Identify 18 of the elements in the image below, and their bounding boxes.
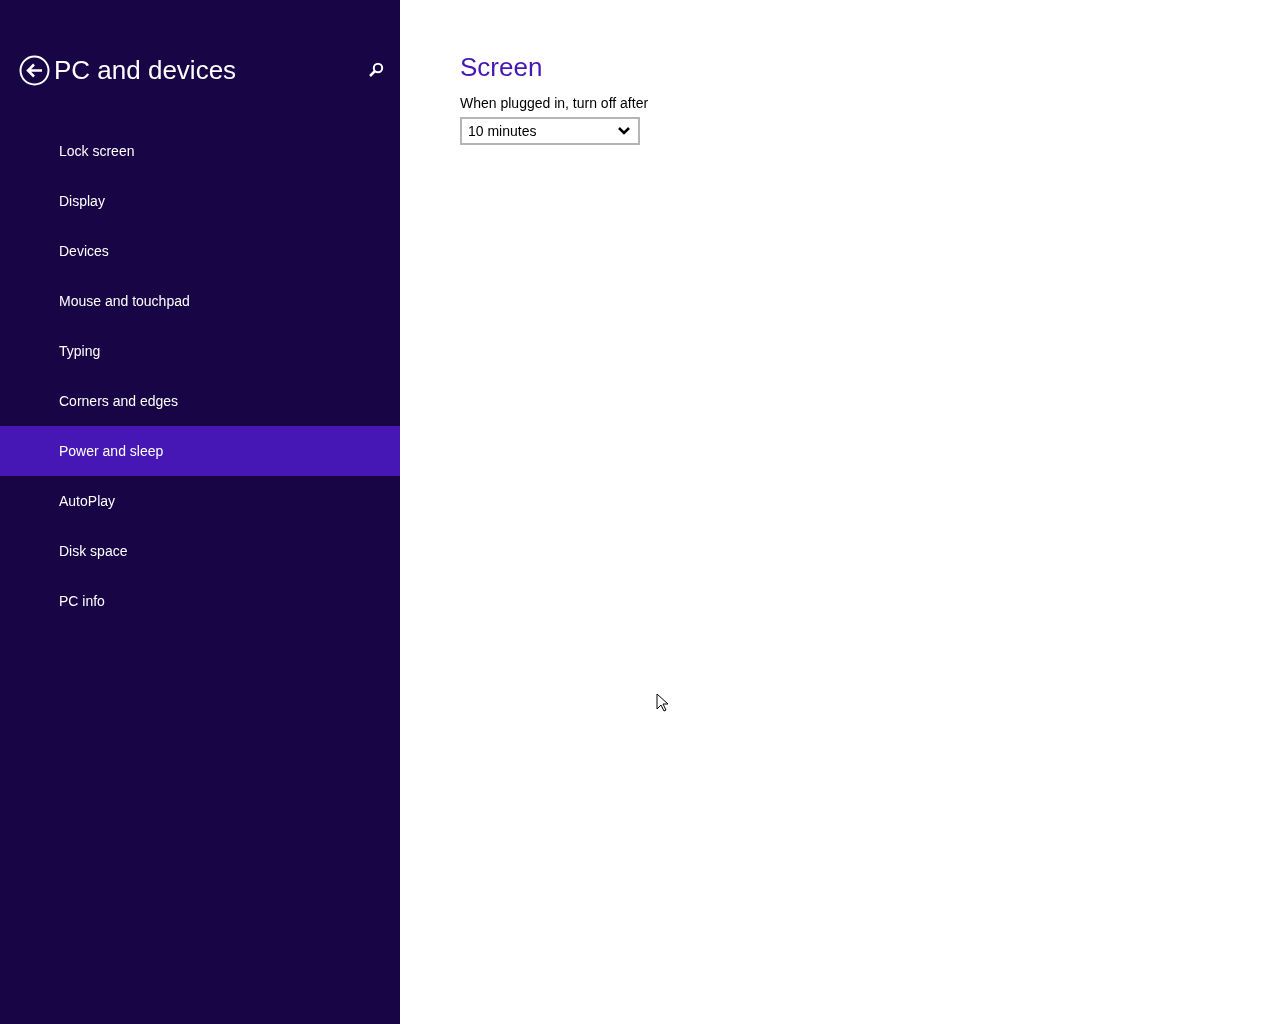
sidebar-title: PC and devices	[54, 54, 238, 86]
nav-item[interactable]: PC info	[0, 576, 400, 626]
nav-item[interactable]: Corners and edges	[0, 376, 400, 426]
nav-item[interactable]: Power and sleep	[0, 426, 400, 476]
nav-item[interactable]: Devices	[0, 226, 400, 276]
setting-label: When plugged in, turn off after	[460, 95, 650, 111]
timeout-dropdown[interactable]: 10 minutes	[460, 117, 640, 145]
nav-item[interactable]: Mouse and touchpad	[0, 276, 400, 326]
nav-item[interactable]: Display	[0, 176, 400, 226]
search-button[interactable]	[368, 62, 384, 78]
nav-item[interactable]: Lock screen	[0, 126, 400, 176]
nav-item[interactable]: AutoPlay	[0, 476, 400, 526]
mouse-pointer-icon	[656, 693, 668, 712]
nav-item[interactable]: Typing	[0, 326, 400, 376]
nav-item[interactable]: Disk space	[0, 526, 400, 576]
back-button[interactable]	[19, 54, 50, 86]
section-heading: Screen	[460, 52, 544, 83]
chevron-down-icon	[618, 127, 630, 135]
